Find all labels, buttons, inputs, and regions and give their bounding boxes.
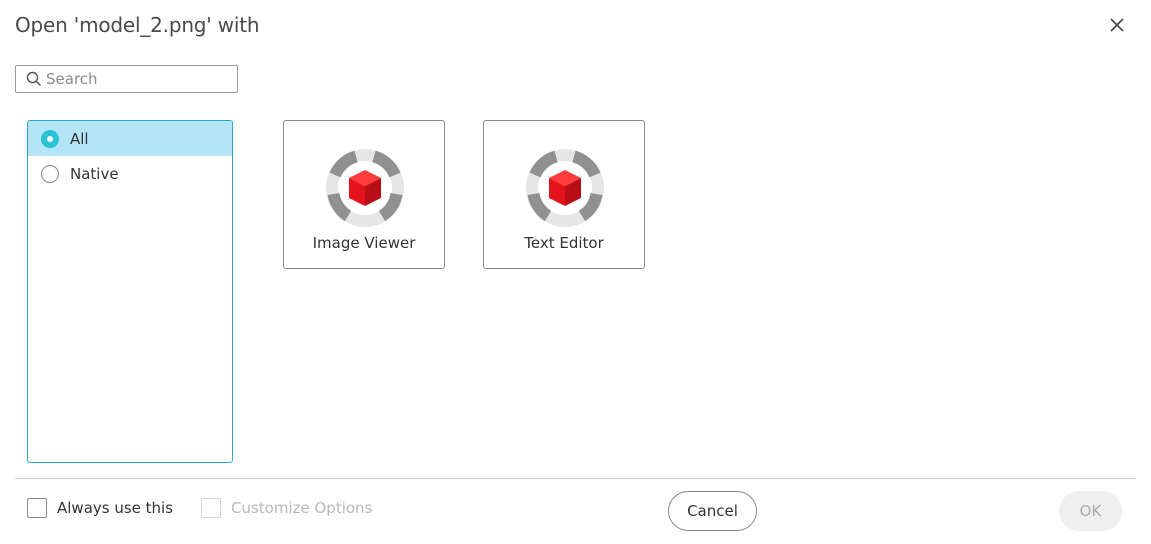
cancel-button[interactable]: Cancel [668, 491, 757, 531]
filter-item-label: Native [70, 164, 119, 183]
app-label: Image Viewer [312, 234, 416, 252]
radio-button[interactable] [41, 164, 59, 183]
search-box[interactable] [15, 65, 238, 93]
always-use-checkbox[interactable] [27, 498, 47, 518]
filter-item-label: All [70, 129, 89, 148]
app-card-text-editor[interactable]: Text Editor [483, 120, 645, 269]
search-input[interactable] [46, 70, 226, 88]
search-icon [26, 71, 42, 87]
app-card-image-viewer[interactable]: Image Viewer [283, 120, 445, 269]
radio-button-checked[interactable] [41, 129, 59, 148]
filter-item-native[interactable]: Native [28, 156, 232, 191]
filter-item-all[interactable]: All [28, 121, 232, 156]
app-logo-icon [525, 148, 605, 228]
open-with-dialog: Open 'model_2.png' with All Native [0, 0, 1151, 544]
always-use-checkbox-row[interactable]: Always use this [27, 498, 173, 518]
customize-options-checkbox [201, 498, 221, 518]
dialog-title: Open 'model_2.png' with [15, 13, 260, 37]
customize-options-checkbox-row: Customize Options [201, 498, 372, 518]
filter-list: All Native [27, 120, 233, 463]
always-use-label: Always use this [57, 499, 174, 517]
app-label: Text Editor [524, 234, 604, 252]
app-logo-icon [325, 148, 405, 228]
close-icon[interactable] [1106, 14, 1128, 36]
ok-button: OK [1059, 491, 1122, 531]
footer-divider [15, 478, 1136, 479]
customize-options-label: Customize Options [231, 499, 373, 517]
